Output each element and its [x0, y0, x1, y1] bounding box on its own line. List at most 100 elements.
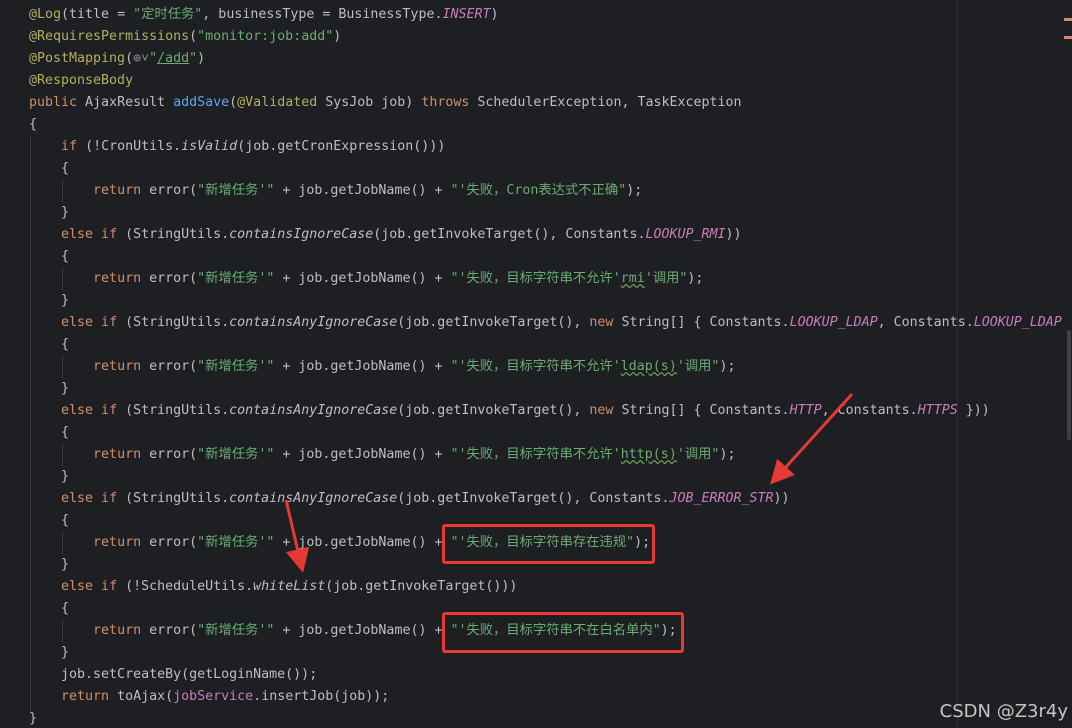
code-token: error( [149, 447, 198, 462]
code-token: })) [957, 403, 990, 418]
code-line[interactable]: @Log(title = "定时任务", businessType = Busi… [29, 4, 499, 26]
code-line[interactable]: if (!CronUtils.isValid(job.getCronExpres… [29, 136, 445, 158]
code-line[interactable]: public AjaxResult addSave(@Validated Sys… [29, 92, 742, 114]
code-token: HTTPS [917, 403, 958, 418]
code-token: "新增任务'" [197, 447, 275, 462]
code-token: HTTP [789, 403, 822, 418]
code-token: String[] { Constants. [621, 315, 790, 330]
error-stripe-marker[interactable] [1064, 18, 1072, 21]
code-token: '调用" [644, 271, 688, 286]
code-token: SchedulerException, TaskException [477, 95, 742, 110]
code-token: } [29, 293, 70, 308]
code-line[interactable]: } [29, 202, 69, 224]
code-token: (StringUtils. [125, 491, 230, 506]
code-line[interactable]: job.setCreateBy(getLoginName()); [29, 664, 317, 686]
code-line[interactable]: { [29, 158, 69, 180]
code-line[interactable]: return error("新增任务'" + job.getJobName() … [29, 268, 703, 290]
code-token: return [61, 689, 118, 704]
code-line[interactable]: } [29, 554, 69, 576]
code-token: http(s) [620, 447, 677, 462]
code-token: { [29, 601, 70, 616]
code-token: LOOKUP_RMI [645, 227, 726, 242]
code-token: ldap(s) [620, 359, 677, 374]
code-line[interactable]: { [29, 598, 69, 620]
code-line[interactable]: { [29, 334, 69, 356]
watermark: CSDN @Z3r4y [939, 701, 1068, 722]
code-token: } [29, 469, 70, 484]
code-token: "'失败，目标字符串不允许' [450, 447, 621, 462]
code-token: return [93, 271, 150, 286]
code-line[interactable]: return error("新增任务'" + job.getJobName() … [29, 356, 735, 378]
globe-icon: ⊕ [133, 51, 142, 66]
vertical-scrollbar[interactable] [1062, 0, 1072, 728]
code-token: new [589, 403, 622, 418]
code-token: error( [149, 359, 198, 374]
code-line[interactable]: else if (!ScheduleUtils.whiteList(job.ge… [29, 576, 517, 598]
code-token: { [29, 337, 70, 352]
code-token: return [93, 359, 150, 374]
code-line[interactable]: @RequiresPermissions("monitor:job:add") [29, 26, 341, 48]
code-token: containsIgnoreCase [229, 227, 374, 242]
code-line[interactable]: @PostMapping(⊕˅"/add") [29, 48, 205, 70]
code-line[interactable]: { [29, 422, 69, 444]
code-token: (job.getInvokeTarget(), [397, 315, 590, 330]
code-token: (StringUtils. [125, 227, 230, 242]
code-line[interactable]: { [29, 114, 37, 136]
code-token: whiteList [253, 579, 326, 594]
code-token: + job.getJobName() + [274, 623, 451, 638]
code-token: INSERT [442, 7, 491, 22]
code-token: ( [229, 95, 238, 110]
code-token: return [93, 447, 150, 462]
code-token: JOB_ERROR_STR [669, 491, 774, 506]
code-token: "新增任务'" [197, 183, 275, 198]
code-token: "定时任务" [133, 7, 203, 22]
code-line[interactable]: else if (StringUtils.containsIgnoreCase(… [29, 224, 742, 246]
code-editor[interactable]: @Log(title = "定时任务", businessType = Busi… [0, 0, 1072, 728]
code-line[interactable]: else if (StringUtils.containsAnyIgnoreCa… [29, 312, 1070, 334]
scrollbar-thumb[interactable] [1067, 330, 1071, 440]
code-token: else if [61, 227, 126, 242]
code-line[interactable]: { [29, 510, 69, 532]
code-token: (StringUtils. [125, 315, 230, 330]
code-token: .insertJob(job)); [253, 689, 390, 704]
code-line[interactable]: return toAjax(jobService.insertJob(job))… [29, 686, 389, 708]
code-token: public [29, 95, 86, 110]
code-token: @Log [29, 7, 62, 22]
code-line[interactable]: return error("新增任务'" + job.getJobName() … [29, 444, 735, 466]
code-token: )) [725, 227, 742, 242]
code-token: SysJob job) [317, 95, 422, 110]
code-line[interactable]: else if (StringUtils.containsAnyIgnoreCa… [29, 400, 990, 422]
code-token: { [29, 513, 70, 528]
code-token: ); [687, 271, 704, 286]
code-line[interactable]: } [29, 290, 69, 312]
code-token: '调用" [676, 359, 720, 374]
code-line[interactable]: @ResponseBody [29, 70, 133, 92]
code-token: @RequiresPermissions [29, 29, 190, 44]
code-line[interactable]: } [29, 708, 37, 728]
code-token: ( [125, 51, 134, 66]
code-token: if [61, 139, 86, 154]
code-line[interactable]: } [29, 466, 69, 488]
code-token: ) [490, 7, 499, 22]
code-token: (job.getCronExpression())) [237, 139, 446, 154]
code-token: /add [157, 51, 190, 66]
code-token: return [93, 535, 150, 550]
code-line[interactable]: return error("新增任务'" + job.getJobName() … [29, 180, 642, 202]
code-line[interactable]: } [29, 378, 69, 400]
highlight-box-whitelist [442, 612, 684, 653]
code-line[interactable]: } [29, 642, 69, 664]
code-line[interactable]: { [29, 246, 69, 268]
code-token: ) [197, 51, 206, 66]
code-token: "'失败，目标字符串不允许' [450, 359, 621, 374]
code-token: rmi [620, 271, 645, 286]
code-token: (!ScheduleUtils. [125, 579, 254, 594]
code-token: ); [719, 447, 736, 462]
code-token: @Validated [237, 95, 318, 110]
code-token: return [93, 183, 150, 198]
code-token: ) [333, 29, 342, 44]
error-stripe-marker[interactable] [1064, 36, 1072, 39]
code-token: , Constants. [821, 403, 918, 418]
code-line[interactable]: else if (StringUtils.containsAnyIgnoreCa… [29, 488, 790, 510]
